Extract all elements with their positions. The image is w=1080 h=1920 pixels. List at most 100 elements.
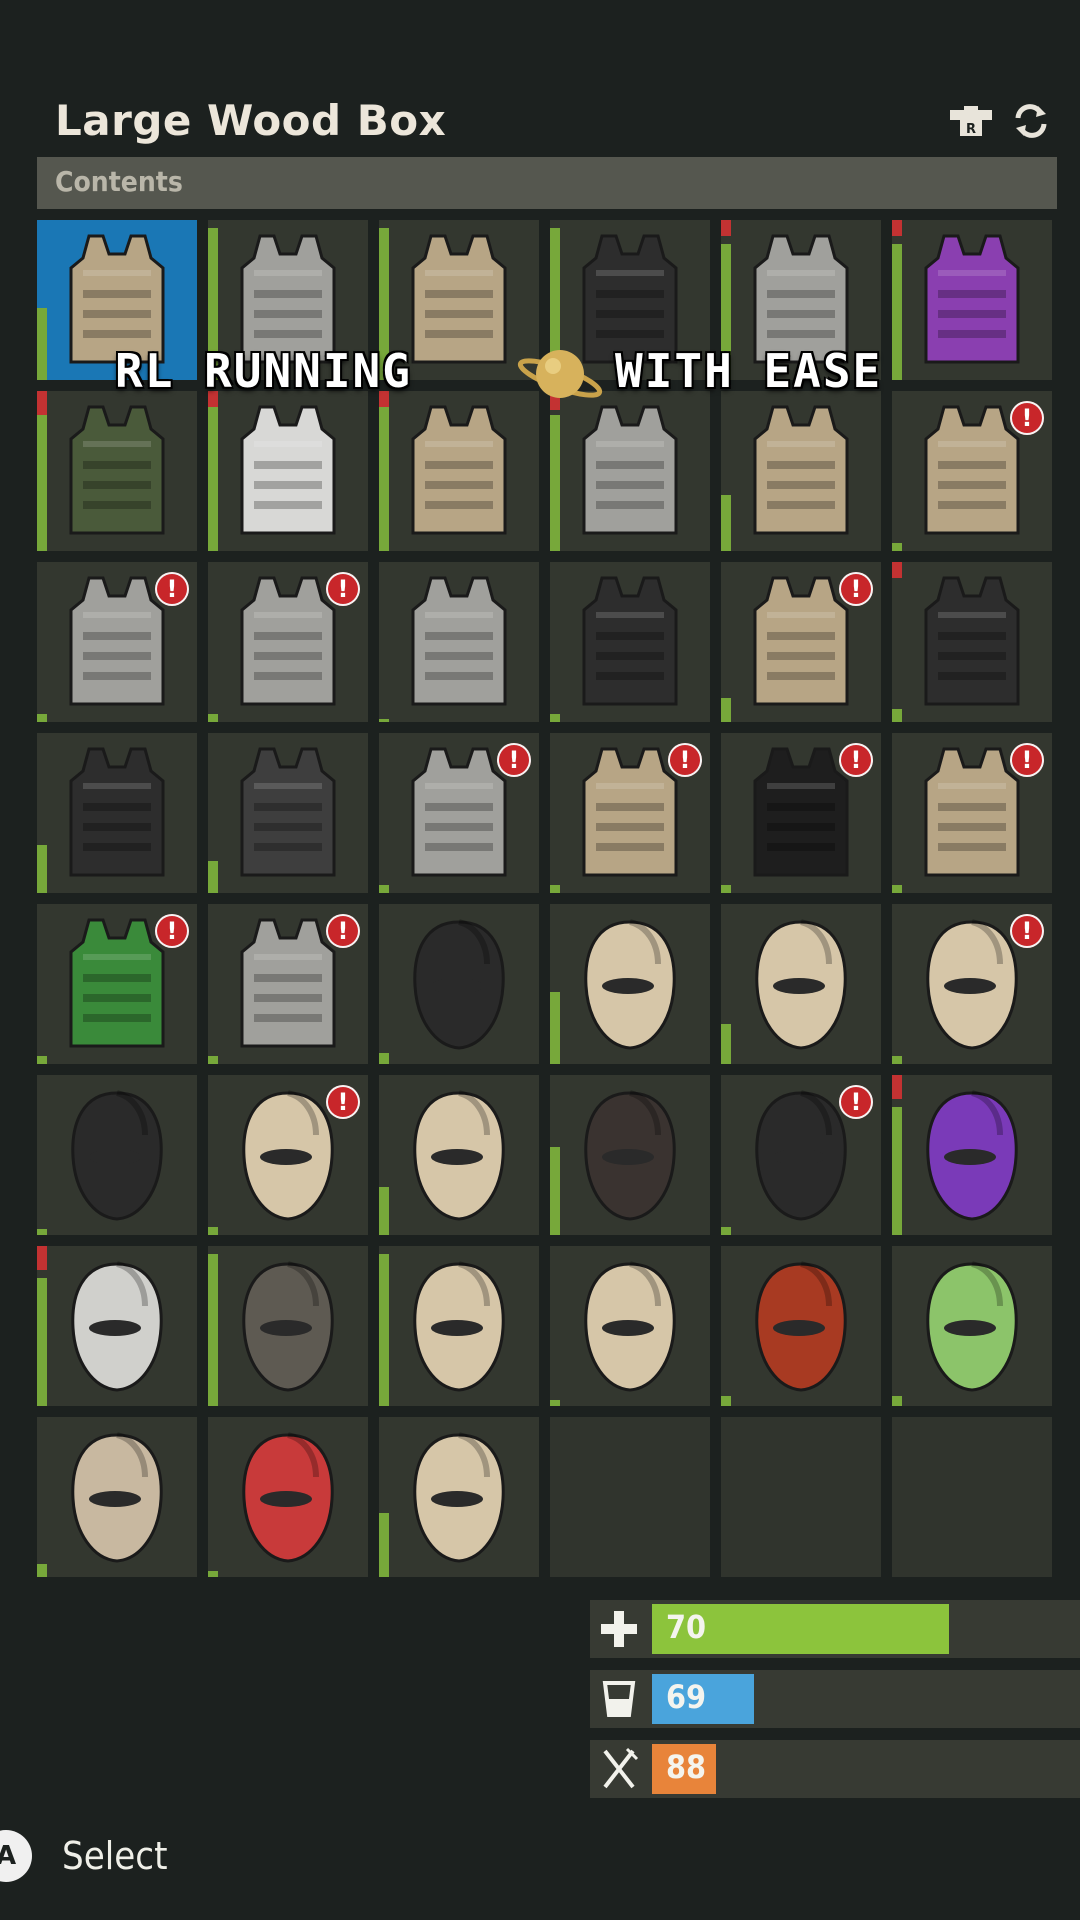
condition-bar <box>550 714 560 722</box>
inventory-slot[interactable]: ! <box>208 904 368 1064</box>
inventory-slot[interactable] <box>208 1246 368 1406</box>
inventory-slot[interactable]: ! <box>892 391 1052 551</box>
inventory-slot[interactable] <box>37 1075 197 1235</box>
condition-bar <box>37 714 47 722</box>
armor-vest-icon <box>572 570 688 718</box>
watermark-overlay: RL RUNNING WITH EASE <box>110 340 990 410</box>
stat-water: 69 <box>590 1670 1080 1728</box>
inventory-slot[interactable]: ! <box>208 562 368 722</box>
condition-bar <box>208 861 218 893</box>
inventory-slot[interactable]: ! <box>721 562 881 722</box>
inventory-slot[interactable] <box>892 562 1052 722</box>
condition-damage-bar <box>892 562 902 578</box>
face-mask-icon <box>572 1254 688 1402</box>
alert-badge-icon: ! <box>1010 914 1044 948</box>
inventory-slot[interactable] <box>379 1417 539 1577</box>
inventory-slot[interactable] <box>892 1075 1052 1235</box>
face-mask-icon <box>401 912 517 1060</box>
inventory-slot[interactable] <box>37 1417 197 1577</box>
inventory-slot[interactable]: ! <box>892 733 1052 893</box>
alert-badge-icon: ! <box>155 914 189 948</box>
alert-badge-icon: ! <box>839 743 873 777</box>
condition-bar <box>721 885 731 893</box>
empty-slot[interactable] <box>550 1417 710 1577</box>
overlay-text-right: WITH EASE <box>615 344 883 398</box>
inventory-slot[interactable]: ! <box>379 733 539 893</box>
condition-bar <box>721 1227 731 1235</box>
armor-vest-icon <box>401 570 517 718</box>
inventory-slot[interactable] <box>208 733 368 893</box>
armor-vest-icon <box>59 741 175 889</box>
condition-bar <box>208 1056 218 1064</box>
condition-bar <box>379 885 389 893</box>
condition-damage-bar <box>721 220 731 236</box>
inventory-slot[interactable] <box>721 391 881 551</box>
rust-plus-icon[interactable]: R <box>948 104 994 142</box>
inventory-slot[interactable] <box>550 904 710 1064</box>
condition-bar <box>721 1024 731 1064</box>
inventory-slot[interactable] <box>37 1246 197 1406</box>
inventory-slot[interactable] <box>208 391 368 551</box>
inventory-slot[interactable] <box>208 1417 368 1577</box>
inventory-slot[interactable] <box>379 562 539 722</box>
face-mask-icon <box>572 1083 688 1231</box>
condition-bar <box>379 399 389 551</box>
face-mask-icon <box>59 1083 175 1231</box>
inventory-slot[interactable]: ! <box>721 733 881 893</box>
inventory-slot[interactable] <box>379 904 539 1064</box>
condition-bar <box>892 709 902 722</box>
inventory-slot[interactable] <box>550 562 710 722</box>
planet-icon <box>515 334 605 425</box>
alert-badge-icon: ! <box>497 743 531 777</box>
empty-slot[interactable] <box>721 1417 881 1577</box>
condition-bar <box>550 415 560 551</box>
condition-bar <box>37 308 47 380</box>
inventory-slot[interactable] <box>379 1075 539 1235</box>
face-mask-icon <box>914 1083 1030 1231</box>
inventory-slot[interactable]: ! <box>721 1075 881 1235</box>
condition-damage-bar <box>892 1075 902 1099</box>
fork-knife-icon <box>590 1740 648 1798</box>
stat-food: 88 <box>590 1740 1080 1798</box>
alert-badge-icon: ! <box>1010 743 1044 777</box>
alert-badge-icon: ! <box>1010 401 1044 435</box>
select-label: Select <box>62 1834 168 1878</box>
inventory-slot[interactable] <box>379 1246 539 1406</box>
contents-header: Contents <box>37 157 1057 209</box>
inventory-slot[interactable]: ! <box>37 562 197 722</box>
condition-bar <box>892 1107 902 1235</box>
header-actions: R <box>948 104 1050 142</box>
select-hint: A Select <box>0 1830 300 1890</box>
condition-bar <box>37 1056 47 1064</box>
inventory-slot[interactable]: ! <box>208 1075 368 1235</box>
face-mask-icon <box>572 912 688 1060</box>
inventory-slot[interactable] <box>37 391 197 551</box>
inventory-slot[interactable] <box>550 1075 710 1235</box>
alert-badge-icon: ! <box>326 1085 360 1119</box>
condition-bar <box>37 1228 47 1235</box>
inventory-slot[interactable]: ! <box>37 904 197 1064</box>
condition-bar <box>550 1147 560 1235</box>
overlay-text-left: RL RUNNING <box>115 344 412 398</box>
inventory-slot[interactable] <box>721 1246 881 1406</box>
inventory-slot[interactable] <box>37 733 197 893</box>
condition-bar <box>208 1227 218 1235</box>
face-mask-icon <box>59 1425 175 1573</box>
inventory-slot[interactable] <box>892 1246 1052 1406</box>
swap-arrows-icon[interactable] <box>1012 104 1050 142</box>
inventory-slot[interactable]: ! <box>550 733 710 893</box>
face-mask-icon <box>401 1254 517 1402</box>
condition-bar <box>892 885 902 893</box>
condition-bar <box>550 992 560 1064</box>
condition-bar <box>550 1399 560 1406</box>
empty-slot[interactable] <box>892 1417 1052 1577</box>
alert-badge-icon: ! <box>326 914 360 948</box>
plus-icon <box>590 1600 648 1658</box>
cup-icon <box>590 1670 648 1728</box>
inventory-slot[interactable] <box>550 1246 710 1406</box>
inventory-slot[interactable] <box>721 904 881 1064</box>
inventory-slot[interactable]: ! <box>892 904 1052 1064</box>
condition-damage-bar <box>37 1246 47 1270</box>
alert-badge-icon: ! <box>839 1085 873 1119</box>
condition-bar <box>208 1254 218 1406</box>
